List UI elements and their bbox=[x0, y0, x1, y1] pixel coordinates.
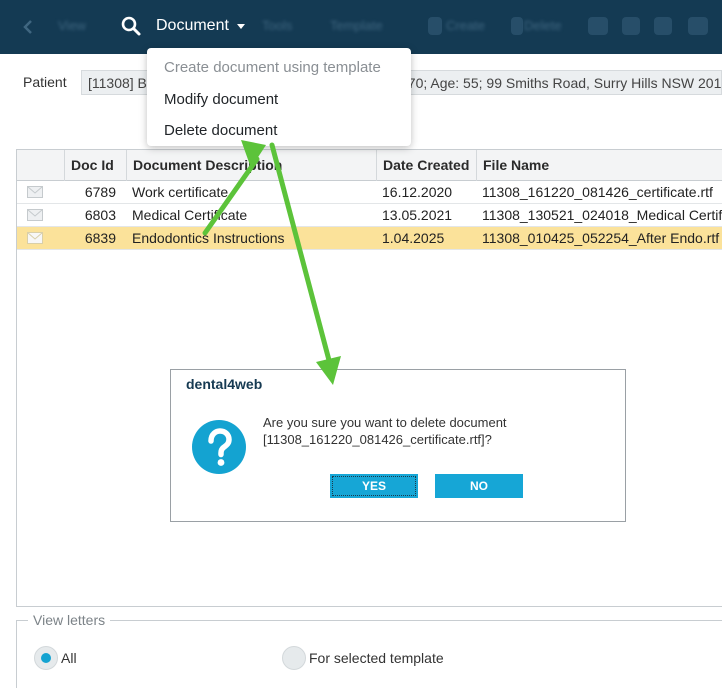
dialog-message: Are you sure you want to delete document bbox=[263, 415, 507, 430]
menu-item-create-document-using-template: Create document using template bbox=[164, 59, 381, 76]
toolbar-view-menu[interactable]: View bbox=[58, 18, 86, 33]
radio-all[interactable] bbox=[34, 646, 58, 670]
chevron-down-icon bbox=[237, 24, 245, 29]
radio-all-label[interactable]: All bbox=[61, 650, 77, 666]
table-row-selected[interactable]: 6839 Endodontics Instructions 1.04.2025 … bbox=[17, 227, 722, 250]
menu-item-delete-document[interactable]: Delete document bbox=[164, 122, 277, 139]
header-file-name[interactable]: File Name bbox=[476, 150, 722, 181]
radio-for-selected-template[interactable] bbox=[282, 646, 306, 670]
menu-item-modify-document[interactable]: Modify document bbox=[164, 91, 278, 108]
radio-for-selected-template-label[interactable]: For selected template bbox=[309, 650, 444, 666]
cell-file-name: 11308_010425_052254_After Endo.rtf bbox=[482, 230, 720, 246]
table-row[interactable]: 6789 Work certificate 16.12.2020 11308_1… bbox=[17, 181, 722, 204]
view-letters-legend: View letters bbox=[28, 612, 111, 628]
toolbar-icon-4[interactable] bbox=[688, 17, 708, 35]
patient-value-start: [11308] B bbox=[88, 75, 147, 91]
question-icon bbox=[192, 420, 246, 474]
no-button[interactable]: NO bbox=[435, 474, 523, 498]
toolbar-icon-1[interactable] bbox=[588, 17, 608, 35]
app-window: View Tools Template Create Delete Docume… bbox=[0, 0, 722, 688]
document-dropdown-menu: Create document using template Modify do… bbox=[147, 48, 411, 146]
cell-file-name: 11308_161220_081426_certificate.rtf bbox=[482, 184, 713, 200]
back-arrow-icon[interactable] bbox=[22, 19, 34, 35]
header-date-created[interactable]: Date Created bbox=[376, 150, 476, 181]
toolbar-template-menu[interactable]: Template bbox=[330, 18, 383, 33]
envelope-icon bbox=[27, 186, 43, 198]
cell-date-created: 1.04.2025 bbox=[382, 230, 445, 246]
cell-doc-id: 6789 bbox=[84, 184, 116, 200]
toolbar-delete-button[interactable]: Delete bbox=[524, 18, 562, 33]
table-row[interactable]: 6803 Medical Certificate 13.05.2021 1130… bbox=[17, 204, 722, 227]
toolbar-tools-menu[interactable]: Tools bbox=[262, 18, 292, 33]
delete-icon bbox=[511, 17, 523, 35]
cell-description: Medical Certificate bbox=[132, 207, 248, 223]
cell-date-created: 16.12.2020 bbox=[382, 184, 453, 200]
envelope-icon bbox=[27, 209, 43, 221]
toolbar-create-button[interactable]: Create bbox=[446, 18, 485, 33]
patient-value-end: 970; Age: 55; 99 Smiths Road, Surry Hill… bbox=[400, 75, 722, 91]
toolbar-icon-3[interactable] bbox=[654, 17, 672, 35]
create-icon bbox=[428, 17, 442, 35]
confirm-delete-dialog: dental4web Are you sure you want to dele… bbox=[170, 369, 626, 522]
dialog-filename: [11308_161220_081426_certificate.rtf]? bbox=[263, 432, 492, 447]
cell-description: Work certificate bbox=[132, 184, 229, 200]
cell-description: Endodontics Instructions bbox=[132, 230, 285, 246]
header-document-description[interactable]: Document Description bbox=[126, 150, 376, 181]
cell-file-name: 11308_130521_024018_Medical Certif bbox=[482, 207, 722, 223]
header-doc-id[interactable]: Doc Id bbox=[64, 150, 126, 181]
patient-label: Patient bbox=[23, 74, 67, 90]
dialog-title: dental4web bbox=[186, 376, 263, 392]
cell-doc-id: 6803 bbox=[84, 207, 116, 223]
yes-button[interactable]: YES bbox=[330, 474, 418, 498]
document-menu[interactable]: Document bbox=[156, 17, 229, 35]
top-toolbar: View Tools Template Create Delete Docume… bbox=[0, 0, 722, 54]
envelope-icon bbox=[27, 232, 43, 244]
search-icon[interactable] bbox=[120, 15, 142, 37]
cell-date-created: 13.05.2021 bbox=[382, 207, 453, 223]
radio-checked-dot bbox=[41, 653, 51, 663]
header-icon-column bbox=[17, 150, 64, 181]
toolbar-icon-2[interactable] bbox=[622, 17, 640, 35]
cell-doc-id: 6839 bbox=[84, 230, 116, 246]
table-header: Doc Id Document Description Date Created… bbox=[17, 150, 722, 181]
